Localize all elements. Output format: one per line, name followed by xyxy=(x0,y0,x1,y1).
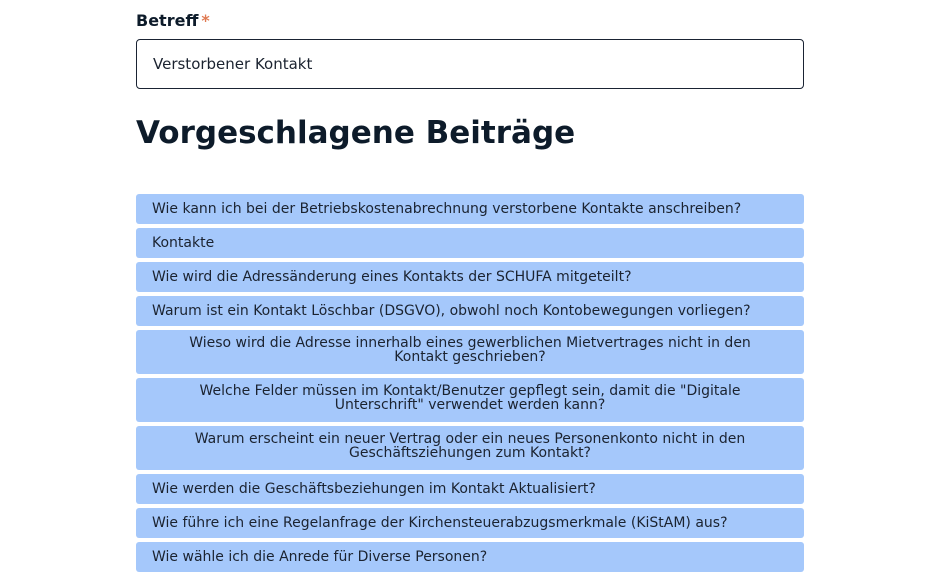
suggestion-item[interactable]: Warum erscheint ein neuer Vertrag oder e… xyxy=(136,426,804,470)
suggestion-item[interactable]: Welche Felder müssen im Kontakt/Benutzer… xyxy=(136,378,804,422)
subject-label-text: Betreff xyxy=(136,11,199,30)
suggestion-item[interactable]: Wie führe ich eine Regelanfrage der Kirc… xyxy=(136,508,804,538)
subject-field[interactable] xyxy=(136,39,804,89)
suggestion-item[interactable]: Wie wähle ich die Anrede für Diverse Per… xyxy=(136,542,804,572)
subject-label: Betreff * xyxy=(136,11,210,31)
suggestion-item[interactable]: Wie kann ich bei der Betriebskostenabrec… xyxy=(136,194,804,224)
subject-input[interactable] xyxy=(137,40,803,88)
suggestion-item[interactable]: Wieso wird die Adresse innerhalb eines g… xyxy=(136,330,804,374)
suggestion-item[interactable]: Wie wird die Adressänderung eines Kontak… xyxy=(136,262,804,292)
suggestion-item[interactable]: Warum ist ein Kontakt Löschbar (DSGVO), … xyxy=(136,296,804,326)
suggested-articles-title: Vorgeschlagene Beiträge xyxy=(136,115,576,151)
suggestion-item[interactable]: Wie werden die Geschäftsbeziehungen im K… xyxy=(136,474,804,504)
suggestion-item[interactable]: Kontakte xyxy=(136,228,804,258)
suggested-articles-list: Wie kann ich bei der Betriebskostenabrec… xyxy=(136,194,804,576)
required-marker: * xyxy=(201,11,210,30)
